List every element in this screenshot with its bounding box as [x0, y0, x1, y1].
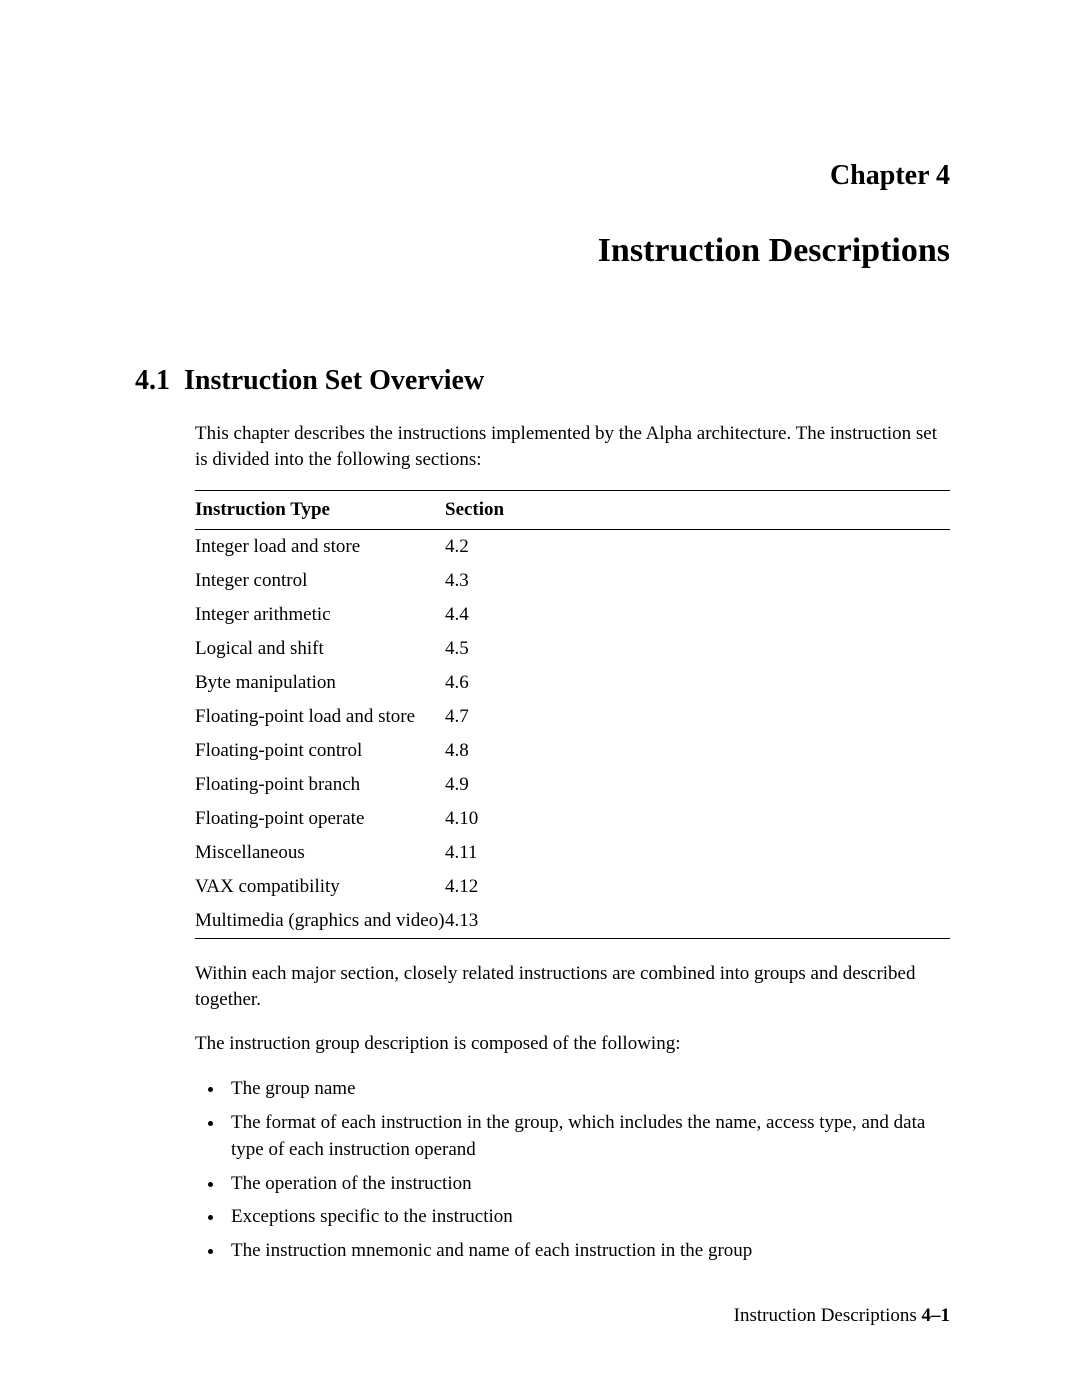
- table-header-type: Instruction Type: [195, 491, 445, 530]
- chapter-label: Chapter 4: [135, 160, 950, 192]
- cell-type: Floating-point branch: [195, 768, 445, 802]
- paragraph-2: Within each major section, closely relat…: [195, 961, 950, 1012]
- cell-type: Integer control: [195, 564, 445, 598]
- table-row: Floating-point control4.8: [195, 734, 950, 768]
- cell-section: 4.2: [445, 530, 950, 565]
- page: Chapter 4 Instruction Descriptions 4.1 I…: [0, 0, 1080, 1397]
- intro-paragraph: This chapter describes the instructions …: [195, 421, 950, 472]
- table-row: Integer control4.3: [195, 564, 950, 598]
- footer-page-number: 4–1: [922, 1305, 951, 1326]
- cell-section: 4.7: [445, 700, 950, 734]
- table-row: VAX compatibility4.12: [195, 870, 950, 904]
- cell-type: Floating-point load and store: [195, 700, 445, 734]
- cell-section: 4.13: [445, 904, 950, 939]
- table-header-section: Section: [445, 491, 950, 530]
- cell-type: Miscellaneous: [195, 836, 445, 870]
- page-footer: Instruction Descriptions 4–1: [734, 1305, 950, 1327]
- cell-type: Byte manipulation: [195, 666, 445, 700]
- cell-type: VAX compatibility: [195, 870, 445, 904]
- section-number: 4.1: [135, 365, 170, 396]
- cell-type: Floating-point operate: [195, 802, 445, 836]
- table-row: Logical and shift4.5: [195, 632, 950, 666]
- cell-type: Floating-point control: [195, 734, 445, 768]
- table-row: Miscellaneous4.11: [195, 836, 950, 870]
- cell-section: 4.11: [445, 836, 950, 870]
- list-item: The instruction mnemonic and name of eac…: [225, 1237, 950, 1265]
- table-row: Integer arithmetic4.4: [195, 598, 950, 632]
- list-item: Exceptions specific to the instruction: [225, 1203, 950, 1231]
- cell-type: Integer load and store: [195, 530, 445, 565]
- description-list: The group name The format of each instru…: [225, 1075, 950, 1264]
- section-title: Instruction Set Overview: [184, 365, 484, 396]
- table-row: Floating-point operate4.10: [195, 802, 950, 836]
- cell-section: 4.5: [445, 632, 950, 666]
- table-row: Floating-point load and store4.7: [195, 700, 950, 734]
- section-heading: 4.1 Instruction Set Overview: [135, 365, 950, 397]
- cell-section: 4.9: [445, 768, 950, 802]
- cell-section: 4.8: [445, 734, 950, 768]
- paragraph-3: The instruction group description is com…: [195, 1031, 950, 1057]
- cell-section: 4.12: [445, 870, 950, 904]
- cell-section: 4.6: [445, 666, 950, 700]
- table-row: Integer load and store4.2: [195, 530, 950, 565]
- cell-type: Multimedia (graphics and video): [195, 904, 445, 939]
- table-row: Multimedia (graphics and video)4.13: [195, 904, 950, 939]
- footer-text: Instruction Descriptions: [734, 1305, 917, 1326]
- list-item: The operation of the instruction: [225, 1170, 950, 1198]
- table-row: Byte manipulation4.6: [195, 666, 950, 700]
- cell-section: 4.4: [445, 598, 950, 632]
- cell-type: Logical and shift: [195, 632, 445, 666]
- cell-section: 4.10: [445, 802, 950, 836]
- list-item: The format of each instruction in the gr…: [225, 1109, 950, 1164]
- instruction-type-table: Instruction Type Section Integer load an…: [195, 490, 950, 939]
- cell-type: Integer arithmetic: [195, 598, 445, 632]
- table-row: Floating-point branch4.9: [195, 768, 950, 802]
- list-item: The group name: [225, 1075, 950, 1103]
- chapter-title: Instruction Descriptions: [135, 232, 950, 270]
- cell-section: 4.3: [445, 564, 950, 598]
